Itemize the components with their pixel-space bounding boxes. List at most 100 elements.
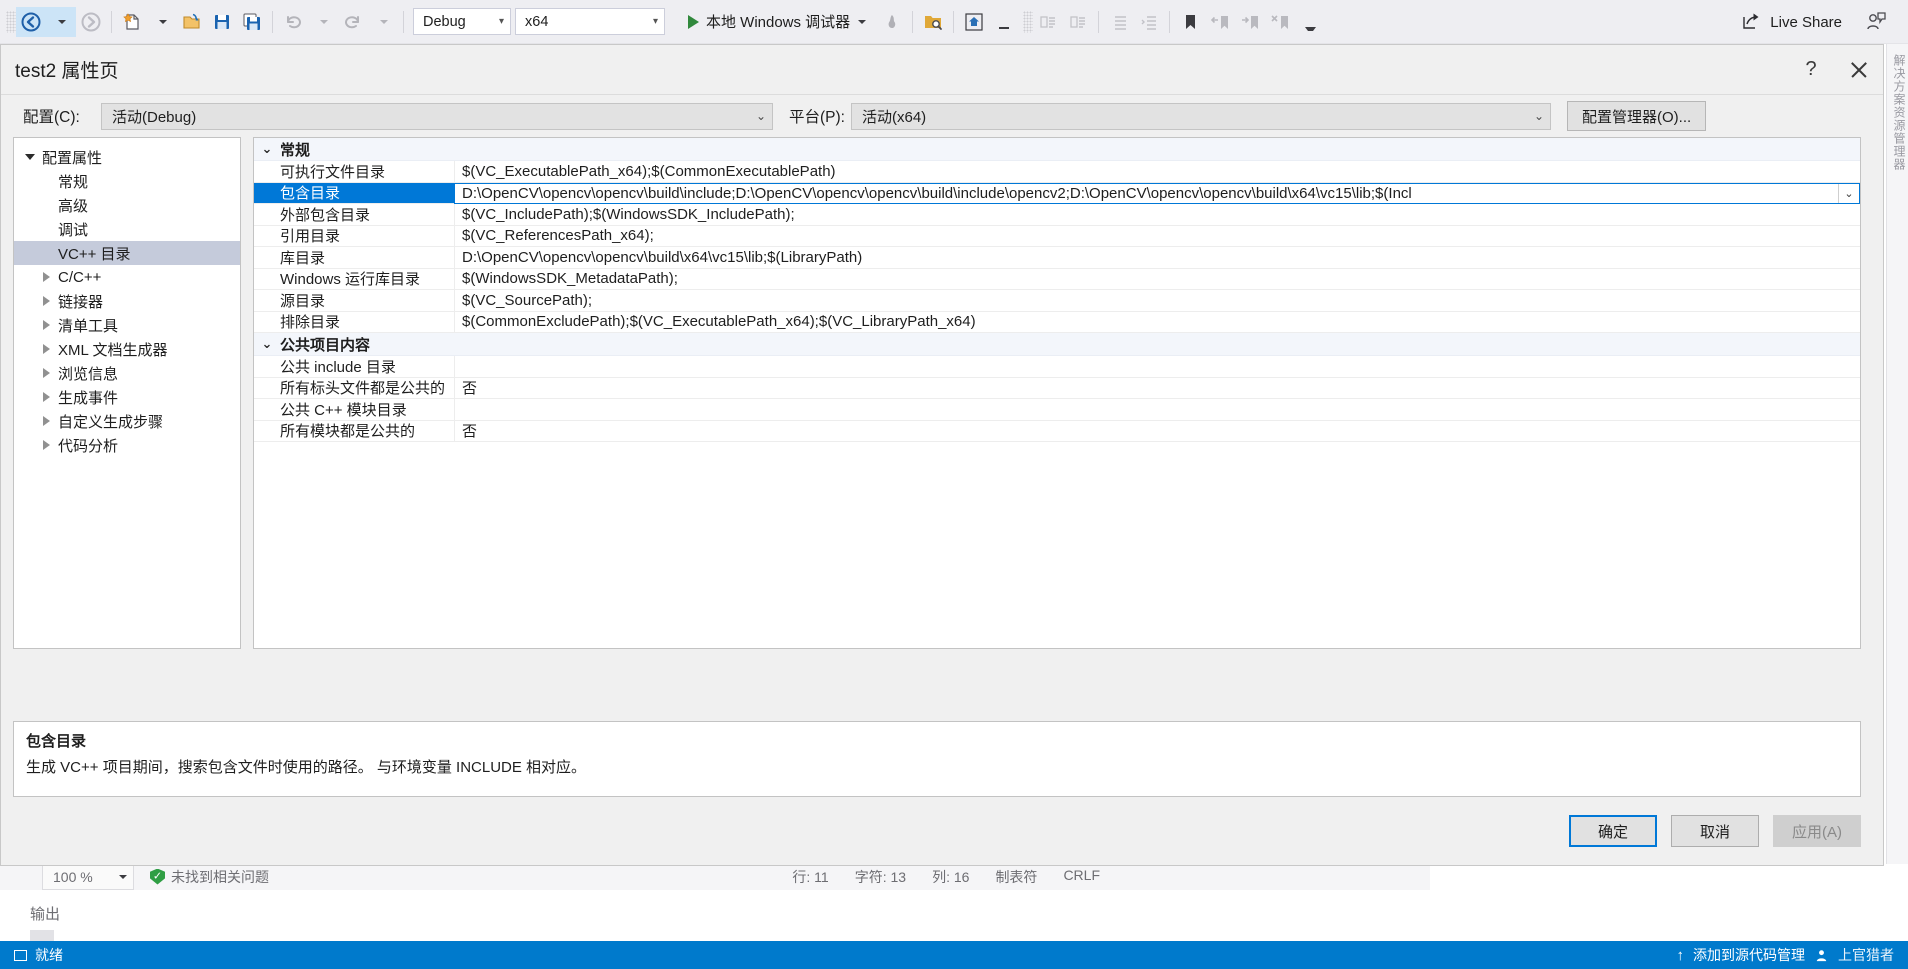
uncomment-selection-button[interactable] <box>1063 7 1093 37</box>
property-row[interactable]: 源目录 $(VC_SourcePath); <box>254 290 1860 312</box>
triangle-right-icon[interactable] <box>38 368 54 378</box>
ok-button[interactable]: 确定 <box>1569 815 1657 847</box>
property-value[interactable]: $(VC_ReferencesPath_x64); <box>454 225 1860 247</box>
tree-item[interactable]: 代码分析 <box>14 433 240 457</box>
property-name[interactable]: 排除目录 <box>254 312 454 333</box>
property-row[interactable]: 外部包含目录 $(VC_IncludePath);$(WindowsSDK_Inc… <box>254 204 1860 226</box>
property-tree[interactable]: 配置属性 常规 高级 调试 VC++ 目录 C/C++ 链接器 清单工具 XML 文档生成器 浏览… <box>13 137 241 649</box>
tree-item[interactable]: 清单工具 <box>14 313 240 337</box>
home-dropdown[interactable] <box>989 7 1019 37</box>
account-button[interactable] <box>1864 0 1888 44</box>
next-bookmark-button[interactable] <box>1235 7 1265 37</box>
value-dropdown-button[interactable]: ⌄ <box>1838 183 1859 204</box>
output-panel-label[interactable]: 输出 <box>30 903 60 924</box>
property-value[interactable]: D:\OpenCV\opencv\opencv\build\include;D:… <box>454 182 1860 204</box>
redo-dropdown[interactable] <box>368 7 398 37</box>
new-item-button[interactable] <box>117 7 147 37</box>
previous-bookmark-button[interactable] <box>1205 7 1235 37</box>
save-button[interactable] <box>207 7 237 37</box>
property-name[interactable]: Windows 运行库目录 <box>254 269 454 290</box>
property-group-header[interactable]: ⌄ 公共项目内容 <box>254 333 1860 356</box>
property-row[interactable]: 公共 include 目录 <box>254 356 1860 378</box>
platform-combo[interactable]: 活动(x64) ⌄ <box>851 102 1551 130</box>
property-value[interactable]: 否 <box>454 420 1860 442</box>
tree-item[interactable]: C/C++ <box>14 265 240 289</box>
triangle-right-icon[interactable] <box>38 320 54 330</box>
navigate-forward-button[interactable] <box>76 7 106 37</box>
toolbar-grip[interactable] <box>6 10 16 33</box>
property-name[interactable]: 公共 include 目录 <box>254 356 454 378</box>
property-grid[interactable]: ⌄ 常规 可执行文件目录 $(VC_ExecutablePath_x64);$(Com… <box>253 137 1861 649</box>
open-file-button[interactable] <box>177 7 207 37</box>
redo-button[interactable] <box>338 7 368 37</box>
property-row[interactable]: 可执行文件目录 $(VC_ExecutablePath_x64);$(Common… <box>254 161 1860 183</box>
save-all-button[interactable] <box>237 7 267 37</box>
chevron-down-icon[interactable] <box>858 19 867 24</box>
property-value[interactable]: D:\OpenCV\opencv\opencv\build\x64\vc15\l… <box>454 247 1860 269</box>
search-folder-button[interactable] <box>918 7 948 37</box>
property-row[interactable]: 所有模块都是公共的否 <box>254 420 1860 442</box>
property-group-header[interactable]: ⌄ 常规 <box>254 138 1860 161</box>
navigate-back-button[interactable] <box>16 6 46 37</box>
triangle-right-icon[interactable] <box>38 392 54 402</box>
solution-explorer-strip[interactable]: 解决方案资源管理器 <box>1886 44 1908 864</box>
property-name[interactable]: 公共 C++ 模块目录 <box>254 399 454 421</box>
property-value[interactable]: $(VC_ExecutablePath_x64);$(CommonExecuta… <box>454 161 1860 183</box>
clear-bookmarks-button[interactable] <box>1265 7 1295 37</box>
decrease-indent-button[interactable] <box>1104 7 1134 37</box>
comment-selection-button[interactable] <box>1033 7 1063 37</box>
property-value[interactable]: $(CommonExcludePath);$(VC_ExecutablePath… <box>454 311 1860 333</box>
property-grid-scroll[interactable]: ⌄ 常规 可执行文件目录 $(VC_ExecutablePath_x64);$(Com… <box>254 138 1860 648</box>
tree-item[interactable]: XML 文档生成器 <box>14 337 240 361</box>
tree-item[interactable]: 调试 <box>14 217 240 241</box>
toolbar-grip[interactable] <box>1023 10 1034 33</box>
property-name[interactable]: 外部包含目录 <box>254 204 454 226</box>
toolbar-overflow-button[interactable] <box>1295 7 1325 37</box>
property-value[interactable] <box>454 356 1860 378</box>
dialog-title-bar[interactable]: test2 属性页 ? <box>1 45 1883 95</box>
cancel-button[interactable]: 取消 <box>1671 815 1759 847</box>
navigate-back-dropdown[interactable] <box>46 6 76 37</box>
configuration-combo[interactable]: 活动(Debug) ⌄ <box>101 102 773 130</box>
property-value[interactable]: $(WindowsSDK_MetadataPath); <box>454 268 1860 290</box>
hot-reload-button[interactable] <box>877 7 907 37</box>
triangle-right-icon[interactable] <box>38 272 54 282</box>
property-row[interactable]: 排除目录 $(CommonExcludePath);$(VC_Executable… <box>254 311 1860 333</box>
solution-platform-combo[interactable]: x64 ▾ <box>515 8 665 35</box>
property-name[interactable]: 源目录 <box>254 290 454 312</box>
tree-item[interactable]: VC++ 目录 <box>14 241 240 265</box>
help-button[interactable]: ? <box>1787 46 1835 94</box>
tree-item[interactable]: 浏览信息 <box>14 361 240 385</box>
toggle-bookmark-button[interactable] <box>1175 7 1205 37</box>
triangle-right-icon[interactable] <box>38 296 54 306</box>
property-row[interactable]: 所有标头文件都是公共的否 <box>254 377 1860 399</box>
property-name[interactable]: 引用目录 <box>254 226 454 247</box>
home-button[interactable] <box>959 7 989 37</box>
tree-item[interactable]: 常规 <box>14 169 240 193</box>
property-value[interactable]: $(VC_IncludePath);$(WindowsSDK_IncludePa… <box>454 204 1860 226</box>
zoom-level-combo[interactable]: 100 % <box>42 863 134 890</box>
triangle-right-icon[interactable] <box>38 440 54 450</box>
property-name[interactable]: 包含目录 <box>254 182 454 204</box>
triangle-down-icon[interactable] <box>22 154 38 160</box>
property-row[interactable]: 公共 C++ 模块目录 <box>254 399 1860 421</box>
configuration-manager-button[interactable]: 配置管理器(O)... <box>1567 101 1707 131</box>
undo-dropdown[interactable] <box>308 7 338 37</box>
apply-button[interactable]: 应用(A) <box>1773 815 1861 847</box>
source-control-label[interactable]: 添加到源代码管理 <box>1693 945 1805 965</box>
tree-item[interactable]: 高级 <box>14 193 240 217</box>
new-item-dropdown[interactable] <box>147 7 177 37</box>
increase-indent-button[interactable] <box>1134 7 1164 37</box>
triangle-right-icon[interactable] <box>38 344 54 354</box>
tree-item[interactable]: 配置属性 <box>14 145 240 169</box>
tree-item[interactable]: 链接器 <box>14 289 240 313</box>
triangle-right-icon[interactable] <box>38 416 54 426</box>
property-value[interactable] <box>454 399 1860 421</box>
property-value[interactable]: $(VC_SourcePath); <box>454 290 1860 312</box>
solution-configuration-combo[interactable]: Debug ▾ <box>413 8 511 35</box>
account-name-label[interactable]: 上官猎者 <box>1838 945 1894 965</box>
status-right-group[interactable]: ↑ 添加到源代码管理 上官猎者 <box>1677 945 1895 965</box>
start-debugging-button[interactable]: 本地 Windows 调试器 <box>683 7 871 37</box>
property-name[interactable]: 可执行文件目录 <box>254 161 454 183</box>
property-row[interactable]: 包含目录 D:\OpenCV\opencv\opencv\build\includ… <box>254 182 1860 204</box>
